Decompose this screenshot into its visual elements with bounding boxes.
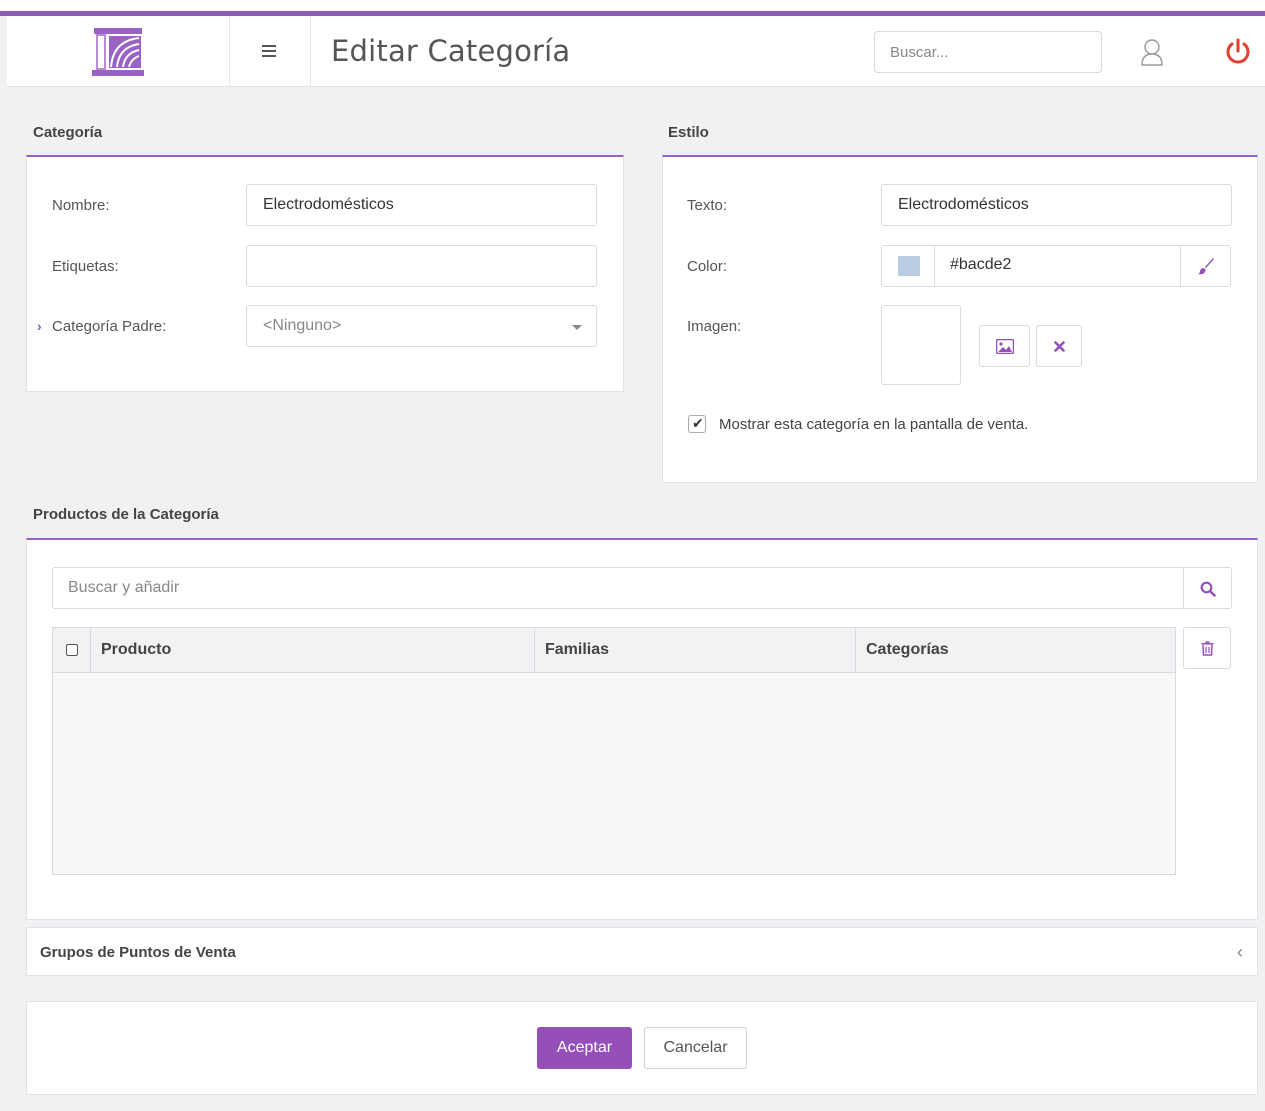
checkmark-icon: ✔ xyxy=(692,415,704,431)
column-divider xyxy=(855,628,856,672)
aceptar-button[interactable]: Aceptar xyxy=(537,1027,632,1069)
mostrar-checkbox[interactable]: ✔ xyxy=(688,415,706,433)
user-icon[interactable] xyxy=(1140,38,1164,66)
chevron-right-icon: › xyxy=(37,318,42,334)
column-header-producto[interactable]: Producto xyxy=(101,628,171,672)
column-header-categorias[interactable]: Categorías xyxy=(866,628,949,672)
select-all-checkbox[interactable] xyxy=(66,644,78,656)
grupos-label: Grupos de Puntos de Venta xyxy=(40,944,236,961)
productos-section-title: Productos de la Categoría xyxy=(33,506,219,523)
hamburger-icon xyxy=(262,45,276,60)
global-search-input[interactable] xyxy=(874,31,1102,73)
estilo-section-title: Estilo xyxy=(668,124,709,141)
menu-toggle-button[interactable] xyxy=(230,16,311,87)
search-icon xyxy=(1200,581,1216,597)
texto-label: Texto: xyxy=(687,197,728,214)
categoria-padre-value: <Ninguno> xyxy=(263,317,342,334)
categoria-section-title: Categoría xyxy=(33,124,103,141)
etiquetas-label: Etiquetas: xyxy=(52,258,119,275)
color-label: Color: xyxy=(687,258,728,275)
texto-input[interactable] xyxy=(881,184,1232,226)
producto-search-input[interactable] xyxy=(53,568,1183,608)
column-header-familias[interactable]: Familias xyxy=(545,628,609,672)
imagen-preview xyxy=(881,305,961,385)
power-icon[interactable] xyxy=(1224,38,1252,66)
logo-cell xyxy=(7,16,230,87)
categoria-padre-label: Categoría Padre: xyxy=(52,318,167,335)
trash-icon xyxy=(1201,641,1214,656)
page-title: Editar Categoría xyxy=(331,34,571,68)
paintbrush-icon xyxy=(1198,258,1214,275)
chevron-left-icon: ‹ xyxy=(1237,942,1243,962)
color-value[interactable]: #bacde2 xyxy=(950,256,1011,274)
image-icon xyxy=(996,339,1014,354)
producto-search-group xyxy=(52,567,1232,609)
actions-panel xyxy=(26,1001,1258,1095)
cancelar-button[interactable]: Cancelar xyxy=(644,1027,747,1069)
etiquetas-input[interactable] xyxy=(246,245,597,287)
grupos-collapse-header[interactable]: Grupos de Puntos de Venta ‹ xyxy=(26,927,1258,976)
imagen-upload-button[interactable] xyxy=(979,325,1030,367)
imagen-remove-button[interactable] xyxy=(1036,325,1082,367)
header: Editar Categoría xyxy=(7,16,1265,87)
logo-icon[interactable] xyxy=(91,27,145,77)
productos-table: Producto Familias Categorías xyxy=(52,627,1176,875)
color-swatch xyxy=(898,256,920,276)
producto-search-button[interactable] xyxy=(1183,568,1231,608)
column-divider xyxy=(534,628,535,672)
color-picker[interactable]: #bacde2 xyxy=(881,245,1231,287)
mostrar-label: Mostrar esta categoría en la pantalla de… xyxy=(719,416,1029,433)
categoria-padre-select[interactable]: <Ninguno> xyxy=(246,305,597,347)
delete-button[interactable] xyxy=(1183,627,1231,669)
nombre-label: Nombre: xyxy=(52,197,110,214)
column-divider xyxy=(90,628,91,672)
color-swatch-cell[interactable] xyxy=(882,246,935,286)
color-picker-button[interactable] xyxy=(1180,246,1230,286)
close-icon xyxy=(1054,341,1065,352)
table-header: Producto Familias Categorías xyxy=(53,628,1175,673)
imagen-label: Imagen: xyxy=(687,318,742,335)
nombre-input[interactable] xyxy=(246,184,597,226)
caret-down-icon xyxy=(572,325,582,330)
top-strip xyxy=(0,0,1265,11)
